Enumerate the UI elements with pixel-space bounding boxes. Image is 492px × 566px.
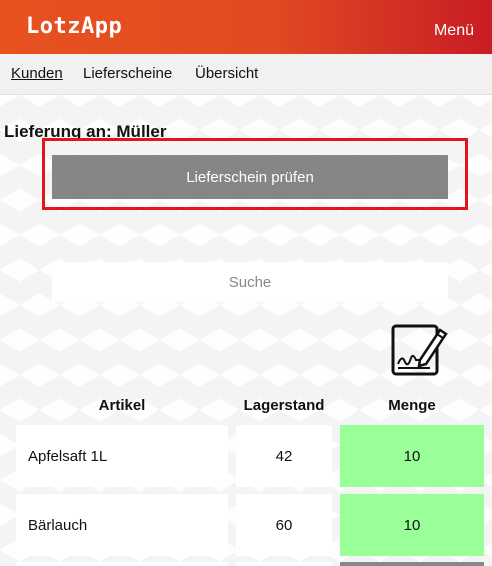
stock-cell: 60 [236,494,332,556]
column-header-stock: Lagerstand [243,397,325,414]
check-delivery-note-button[interactable]: Lieferschein prüfen [52,155,448,199]
quantity-cell-partial [340,562,484,566]
article-cell-partial [16,562,228,566]
article-cell: Bärlauch [16,494,228,556]
nav-item-lieferscheine[interactable]: Lieferscheine [83,65,172,82]
menu-button[interactable]: Menü [434,22,474,40]
app-logo: LotzApp [26,14,123,39]
quantity-cell[interactable]: 10 [340,494,484,556]
column-header-quantity: Menge [388,397,436,414]
stock-cell-partial [236,562,332,566]
top-nav: Kunden Lieferscheine Übersicht [0,54,492,95]
sign-document-icon[interactable] [390,322,448,378]
search-input[interactable] [52,262,448,302]
stock-cell: 42 [236,425,332,487]
column-header-article: Artikel [98,397,146,414]
app-header: LotzApp Menü [0,0,492,54]
quantity-cell[interactable]: 10 [340,425,484,487]
article-cell: Apfelsaft 1L [16,425,228,487]
nav-item-uebersicht[interactable]: Übersicht [195,65,258,82]
nav-item-kunden[interactable]: Kunden [11,65,63,82]
